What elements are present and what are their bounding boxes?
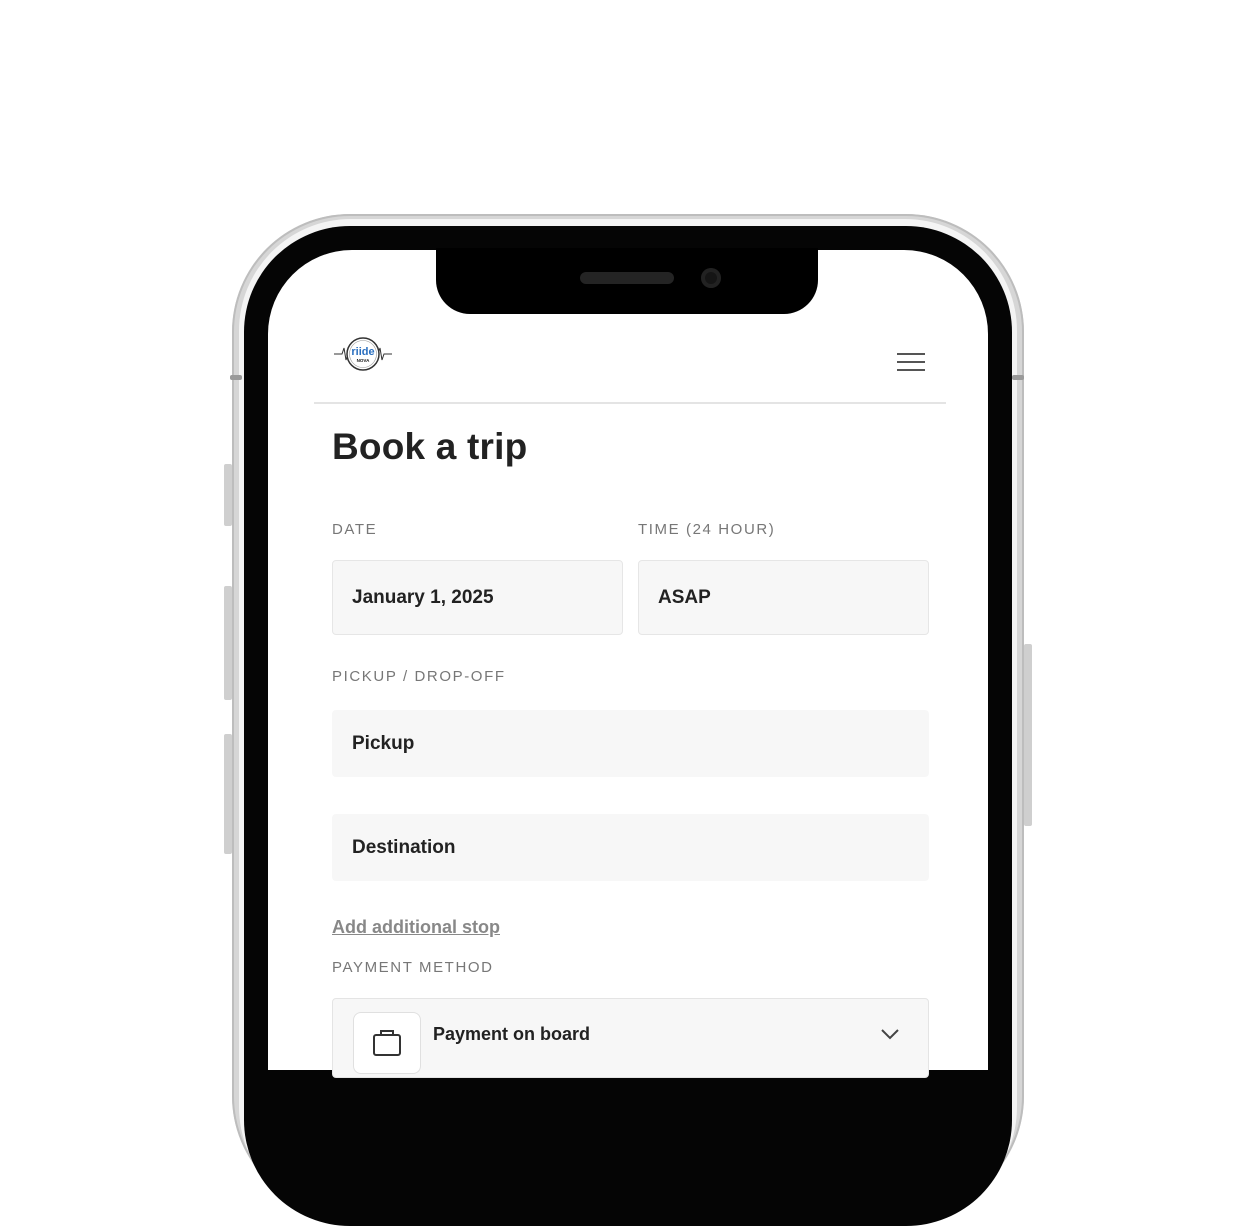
- pickup-dropoff-label: PICKUP / DROP-OFF: [332, 668, 506, 685]
- payment-icon-box: [353, 1012, 421, 1074]
- time-input[interactable]: [638, 560, 929, 635]
- date-input[interactable]: [332, 560, 623, 635]
- time-label: TIME (24 HOUR): [638, 521, 776, 538]
- logo-wordmark: riide: [351, 346, 374, 358]
- riide-logo[interactable]: riide NOVA: [334, 335, 392, 373]
- volume-up-button: [224, 586, 232, 700]
- power-button: [1024, 644, 1032, 826]
- payment-selected-value: Payment on board: [433, 1024, 591, 1044]
- date-label: DATE: [332, 521, 378, 538]
- front-camera: [701, 268, 721, 288]
- mute-switch: [224, 464, 232, 526]
- logo-subtext: NOVA: [357, 358, 370, 363]
- payment-method-label: PAYMENT METHOD: [332, 959, 494, 976]
- pickup-input[interactable]: [332, 710, 929, 777]
- header-divider: [314, 402, 946, 404]
- antenna-line-right: [1012, 375, 1024, 380]
- destination-input[interactable]: [332, 814, 929, 881]
- antenna-line-left: [230, 375, 242, 380]
- page-title: Book a trip: [332, 426, 528, 467]
- volume-down-button: [224, 734, 232, 854]
- briefcase-icon: [373, 1030, 401, 1056]
- add-stop-link[interactable]: Add additional stop: [332, 917, 500, 938]
- hamburger-menu-icon[interactable]: [894, 350, 928, 374]
- payment-method-select[interactable]: Payment on board: [332, 998, 929, 1078]
- speaker-grille: [580, 272, 674, 284]
